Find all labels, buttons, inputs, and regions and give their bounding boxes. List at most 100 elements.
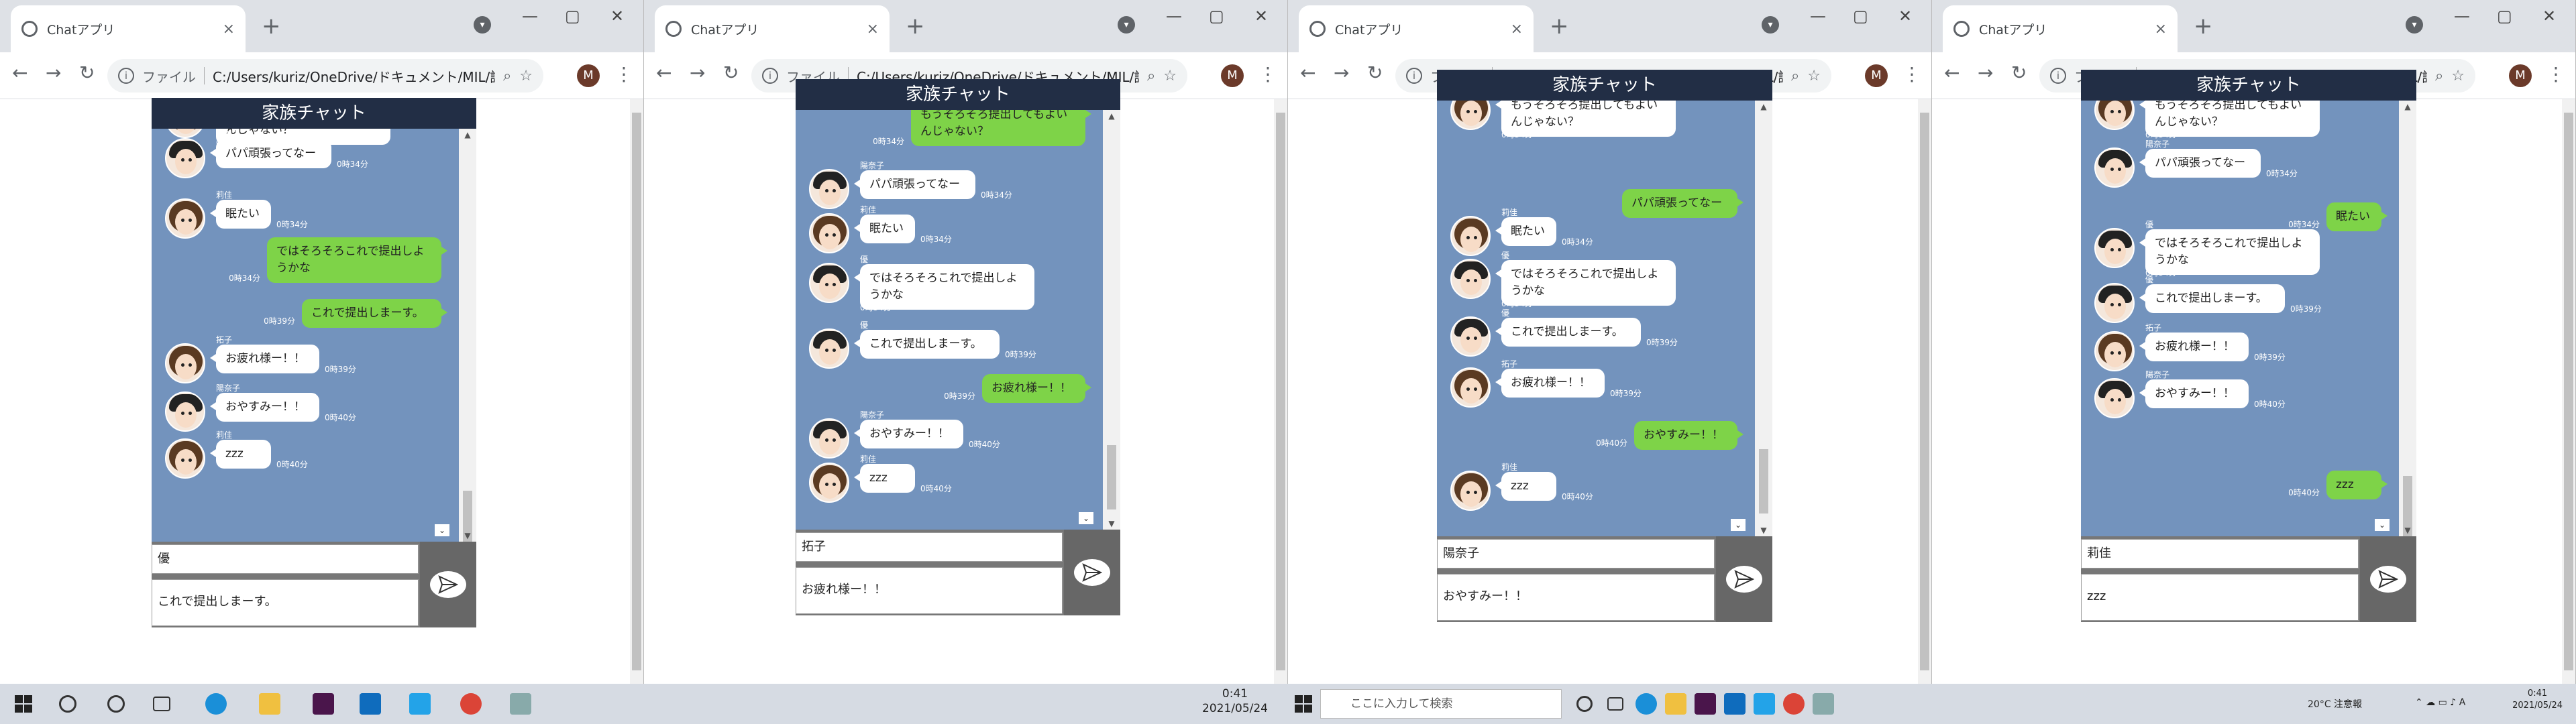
profile-avatar[interactable]: M	[1221, 64, 1244, 87]
maximize-icon[interactable]: ▢	[1853, 7, 1868, 25]
info-icon[interactable]: i	[2050, 68, 2066, 84]
scroll-down-icon[interactable]: ⌄	[2375, 519, 2390, 531]
info-icon[interactable]: i	[1406, 68, 1422, 84]
info-icon[interactable]: i	[762, 68, 778, 84]
outlook-icon[interactable]	[1724, 693, 1746, 715]
scroll-down-arrow-icon[interactable]: ▼	[1755, 526, 1772, 535]
chrome-icon[interactable]	[1783, 693, 1805, 715]
message-scrollbar[interactable]: ▲ ▼	[1103, 110, 1120, 530]
tab-search-icon[interactable]: ▾	[1762, 16, 1779, 34]
back-icon[interactable]: ←	[1944, 62, 1960, 84]
page-scrollbar[interactable]	[1918, 99, 1931, 684]
scroll-thumb[interactable]	[463, 491, 472, 550]
menu-icon[interactable]: ⋮	[1258, 63, 1277, 85]
menu-icon[interactable]: ⋮	[614, 63, 633, 85]
name-input[interactable]: 陽奈子	[1437, 539, 1715, 568]
taskbar-clock-right[interactable]: 0:41 2021/05/24	[2512, 688, 2563, 712]
message-input[interactable]: zzz	[2081, 574, 2359, 621]
windows-start-icon[interactable]	[1295, 695, 1312, 713]
back-icon[interactable]: ←	[1300, 62, 1316, 84]
tab-chat-app[interactable]: Chatアプリ ×	[655, 5, 890, 52]
reload-icon[interactable]: ↻	[79, 62, 95, 84]
zoom-icon[interactable]: ⌕	[1791, 68, 1799, 84]
bookmark-star-icon[interactable]: ☆	[2451, 68, 2465, 84]
scroll-up-arrow-icon[interactable]: ▲	[2399, 102, 2416, 111]
vscode-icon[interactable]	[1754, 693, 1775, 715]
address-bar[interactable]: i ファイル C:/Users/kuriz/OneDrive/ドキュメント/MI…	[107, 59, 543, 93]
profile-avatar[interactable]: M	[2509, 64, 2532, 87]
bookmark-star-icon[interactable]: ☆	[1163, 68, 1177, 84]
message-input[interactable]: お疲れ様ー！！	[796, 567, 1063, 614]
back-icon[interactable]: ←	[12, 62, 28, 84]
scroll-down-icon[interactable]: ⌄	[1731, 519, 1746, 531]
message-list[interactable]: 拓子 もうそろそろ提出してもよいんじゃない？ 0時34分 パパ頑張ってなー 莉佳…	[1437, 101, 1755, 536]
tab-close-icon[interactable]: ×	[1511, 21, 1523, 38]
paint-icon[interactable]	[1813, 693, 1834, 715]
page-scrollbar[interactable]	[630, 99, 643, 684]
name-input[interactable]: 莉佳	[2081, 539, 2359, 568]
zoom-icon[interactable]: ⌕	[2435, 68, 2443, 84]
menu-icon[interactable]: ⋮	[1902, 63, 1921, 85]
system-tray-icons[interactable]: ⌃ ☁ ▭ ♪ A	[2415, 697, 2465, 708]
task-view-icon[interactable]	[1607, 697, 1623, 711]
name-input[interactable]: 拓子	[796, 532, 1063, 562]
forward-icon[interactable]: →	[1978, 62, 1993, 84]
edge-icon[interactable]	[1635, 693, 1657, 715]
paint-icon[interactable]	[510, 693, 531, 715]
weather-widget[interactable]: 20°C 注意報	[2308, 697, 2362, 711]
reload-icon[interactable]: ↻	[723, 62, 739, 84]
reload-icon[interactable]: ↻	[2011, 62, 2027, 84]
forward-icon[interactable]: →	[1334, 62, 1349, 84]
scroll-down-icon[interactable]: ⌄	[435, 524, 449, 536]
message-scrollbar[interactable]: ▲ ▼	[1755, 101, 1772, 536]
info-icon[interactable]: i	[118, 68, 134, 84]
outlook-icon[interactable]	[360, 693, 381, 715]
maximize-icon[interactable]: ▢	[1209, 7, 1224, 25]
slack-icon[interactable]	[313, 693, 334, 715]
scroll-down-arrow-icon[interactable]: ▼	[2399, 526, 2416, 535]
tab-chat-app[interactable]: Chatアプリ ×	[11, 5, 246, 52]
profile-avatar[interactable]: M	[577, 64, 600, 87]
slack-icon[interactable]	[1695, 693, 1716, 715]
send-button[interactable]	[1716, 536, 1772, 622]
minimize-icon[interactable]: —	[1810, 7, 1826, 25]
back-icon[interactable]: ←	[656, 62, 672, 84]
new-tab-icon[interactable]: +	[906, 15, 925, 38]
send-button[interactable]	[1064, 530, 1120, 615]
forward-icon[interactable]: →	[46, 62, 61, 84]
scroll-up-arrow-icon[interactable]: ▲	[459, 130, 476, 139]
page-scrollbar[interactable]	[1274, 99, 1287, 684]
send-button[interactable]	[420, 542, 476, 627]
tab-close-icon[interactable]: ×	[223, 21, 235, 38]
message-input[interactable]: これで提出しまーす。	[152, 579, 419, 626]
vscode-icon[interactable]	[409, 693, 431, 715]
scroll-down-icon[interactable]: ⌄	[1079, 512, 1093, 524]
zoom-icon[interactable]: ⌕	[1147, 68, 1155, 84]
scroll-down-arrow-icon[interactable]: ▼	[459, 531, 476, 540]
message-scrollbar[interactable]: ▲ ▼	[2399, 101, 2416, 540]
bookmark-star-icon[interactable]: ☆	[1807, 68, 1821, 84]
message-list[interactable]: 拓子 もうそろそろ提出してもよいんじゃない？ 0時34分 陽奈子 パパ頑張ってな…	[2081, 101, 2399, 536]
send-button[interactable]	[2360, 536, 2416, 622]
maximize-icon[interactable]: ▢	[2497, 7, 2512, 25]
tab-chat-app[interactable]: Chatアプリ ×	[1943, 5, 2178, 52]
url-text[interactable]: C:/Users/kuriz/OneDrive/ドキュメント/MIL/講義/..…	[213, 66, 495, 86]
scroll-up-arrow-icon[interactable]: ▲	[1103, 111, 1120, 121]
menu-icon[interactable]: ⋮	[2546, 63, 2565, 85]
scroll-thumb[interactable]	[1107, 445, 1116, 509]
tab-close-icon[interactable]: ×	[867, 21, 879, 38]
reload-icon[interactable]: ↻	[1367, 62, 1383, 84]
bookmark-star-icon[interactable]: ☆	[519, 68, 533, 84]
tab-search-icon[interactable]: ▾	[2406, 16, 2423, 34]
close-window-icon[interactable]: ✕	[2542, 7, 2556, 25]
scroll-down-arrow-icon[interactable]: ▼	[1103, 519, 1120, 528]
zoom-icon[interactable]: ⌕	[503, 68, 511, 84]
cortana-icon[interactable]	[107, 695, 125, 713]
forward-icon[interactable]: →	[690, 62, 705, 84]
tab-search-icon[interactable]: ▾	[1118, 16, 1135, 34]
scroll-up-arrow-icon[interactable]: ▲	[1755, 102, 1772, 111]
message-list[interactable]: 拓子 もうそろそろ提出してもよいんじゃない？ 0時34分 陽奈子 パパ頑張ってな…	[152, 129, 459, 542]
taskbar-search-box[interactable]: ここに入力して検索	[1320, 689, 1562, 719]
windows-start-icon[interactable]	[15, 695, 32, 713]
new-tab-icon[interactable]: +	[262, 15, 281, 38]
